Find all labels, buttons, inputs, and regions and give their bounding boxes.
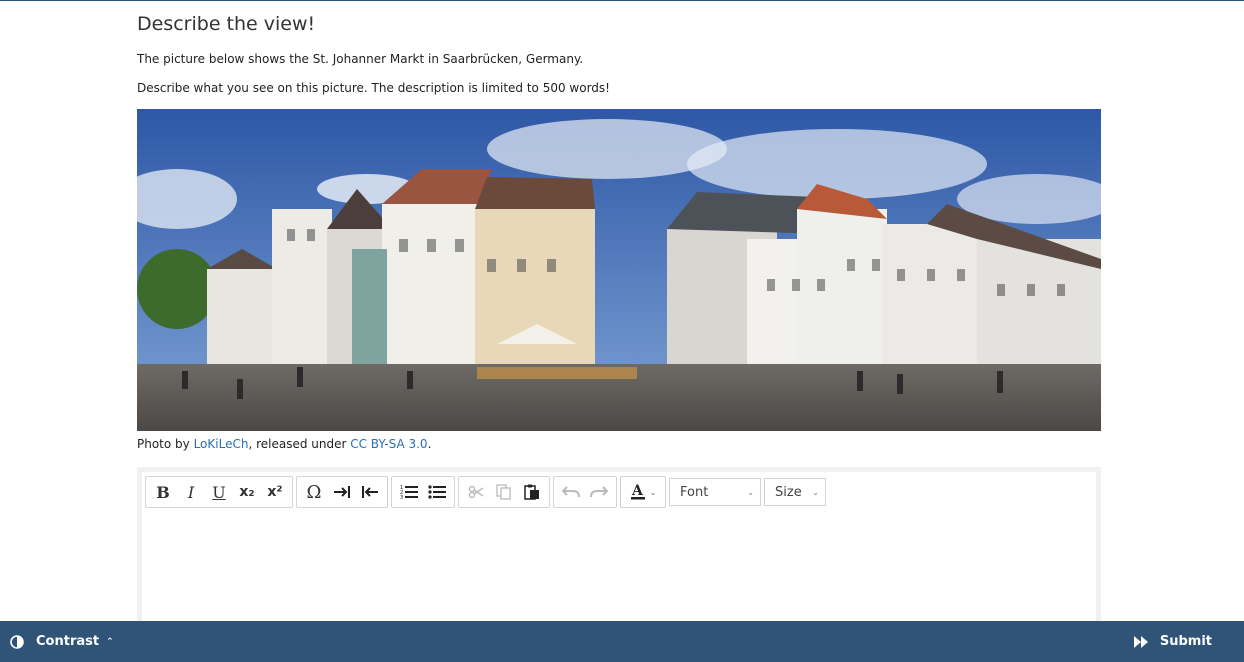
- undo-button[interactable]: [557, 478, 585, 506]
- format-group: B I U x₂ x²: [145, 476, 293, 508]
- editor-toolbar: B I U x₂ x² Ω 123 A ⌄ Font ⌄ Size ⌄: [145, 476, 826, 508]
- copy-icon: [496, 484, 511, 500]
- credit-prefix: Photo by: [137, 437, 194, 451]
- bold-label: B: [156, 482, 170, 502]
- bullet-list-button[interactable]: [423, 478, 451, 506]
- insert-group: Ω: [296, 476, 388, 508]
- chevron-down-icon: ⌄: [812, 487, 819, 497]
- author-link[interactable]: LoKiLeCh: [194, 437, 249, 451]
- superscript-button[interactable]: x²: [261, 478, 289, 506]
- subscript-label: x₂: [239, 484, 255, 500]
- text-color-icon: A: [630, 483, 645, 500]
- footer-bar: Contrast ⌃ Submit: [0, 621, 1244, 662]
- history-group: [553, 476, 617, 508]
- credit-middle: , released under: [248, 437, 351, 451]
- photo-credit: Photo by LoKiLeCh, released under CC BY-…: [137, 437, 431, 451]
- redo-icon: [590, 486, 608, 498]
- clipboard-group: [458, 476, 550, 508]
- text-color-group: A ⌄: [620, 476, 666, 508]
- text-color-button[interactable]: A ⌄: [624, 478, 662, 506]
- list-group: 123: [391, 476, 455, 508]
- underline-button[interactable]: U: [205, 478, 233, 506]
- chevron-down-icon: ⌄: [747, 487, 754, 497]
- intro-text: The picture below shows the St. Johanner…: [137, 52, 584, 66]
- font-select-label: Font: [680, 484, 709, 500]
- omega-icon: Ω: [306, 481, 322, 503]
- credit-suffix: .: [427, 437, 432, 451]
- superscript-label: x²: [267, 484, 283, 500]
- submit-label: Submit: [1159, 634, 1212, 649]
- numbered-list-button[interactable]: 123: [395, 478, 423, 506]
- undo-icon: [562, 486, 580, 498]
- special-char-button[interactable]: Ω: [300, 478, 328, 506]
- chevron-up-icon: ⌃: [106, 636, 114, 647]
- italic-button[interactable]: I: [177, 478, 205, 506]
- submit-button[interactable]: Submit: [1133, 621, 1212, 662]
- rich-text-editor: B I U x₂ x² Ω 123 A ⌄ Font ⌄ Size ⌄: [137, 467, 1101, 627]
- svg-text:3: 3: [400, 495, 403, 500]
- chevron-down-icon: ⌄: [649, 487, 657, 497]
- editor-text-area[interactable]: [142, 516, 1096, 622]
- editor-inner: B I U x₂ x² Ω 123 A ⌄ Font ⌄ Size ⌄: [142, 472, 1096, 622]
- paste-button[interactable]: [518, 478, 546, 506]
- svg-text:A: A: [631, 483, 644, 499]
- indent-button[interactable]: [328, 478, 356, 506]
- contrast-icon: [10, 634, 24, 649]
- indent-icon: [334, 486, 350, 498]
- underline-label: U: [212, 482, 226, 502]
- market-square-photo: [137, 109, 1101, 431]
- cut-button[interactable]: [462, 478, 490, 506]
- top-border: [0, 0, 1244, 1]
- size-select-label: Size: [775, 484, 802, 500]
- font-select[interactable]: Font ⌄: [669, 478, 761, 506]
- fast-forward-icon: [1133, 635, 1148, 648]
- paste-icon: [524, 484, 539, 500]
- page-title: Describe the view!: [137, 13, 316, 35]
- scissors-icon: [468, 485, 484, 499]
- italic-label: I: [187, 482, 195, 502]
- bullet-list-icon: [428, 485, 446, 499]
- license-link[interactable]: CC BY-SA 3.0: [350, 437, 427, 451]
- instruction-text: Describe what you see on this picture. T…: [137, 81, 610, 95]
- outdent-icon: [362, 486, 378, 498]
- bold-button[interactable]: B: [149, 478, 177, 506]
- numbered-list-icon: 123: [400, 485, 418, 500]
- subscript-button[interactable]: x₂: [233, 478, 261, 506]
- redo-button[interactable]: [585, 478, 613, 506]
- size-select[interactable]: Size ⌄: [764, 478, 826, 506]
- copy-button[interactable]: [490, 478, 518, 506]
- contrast-toggle[interactable]: Contrast ⌃: [10, 621, 114, 662]
- outdent-button[interactable]: [356, 478, 384, 506]
- contrast-label: Contrast: [36, 634, 100, 649]
